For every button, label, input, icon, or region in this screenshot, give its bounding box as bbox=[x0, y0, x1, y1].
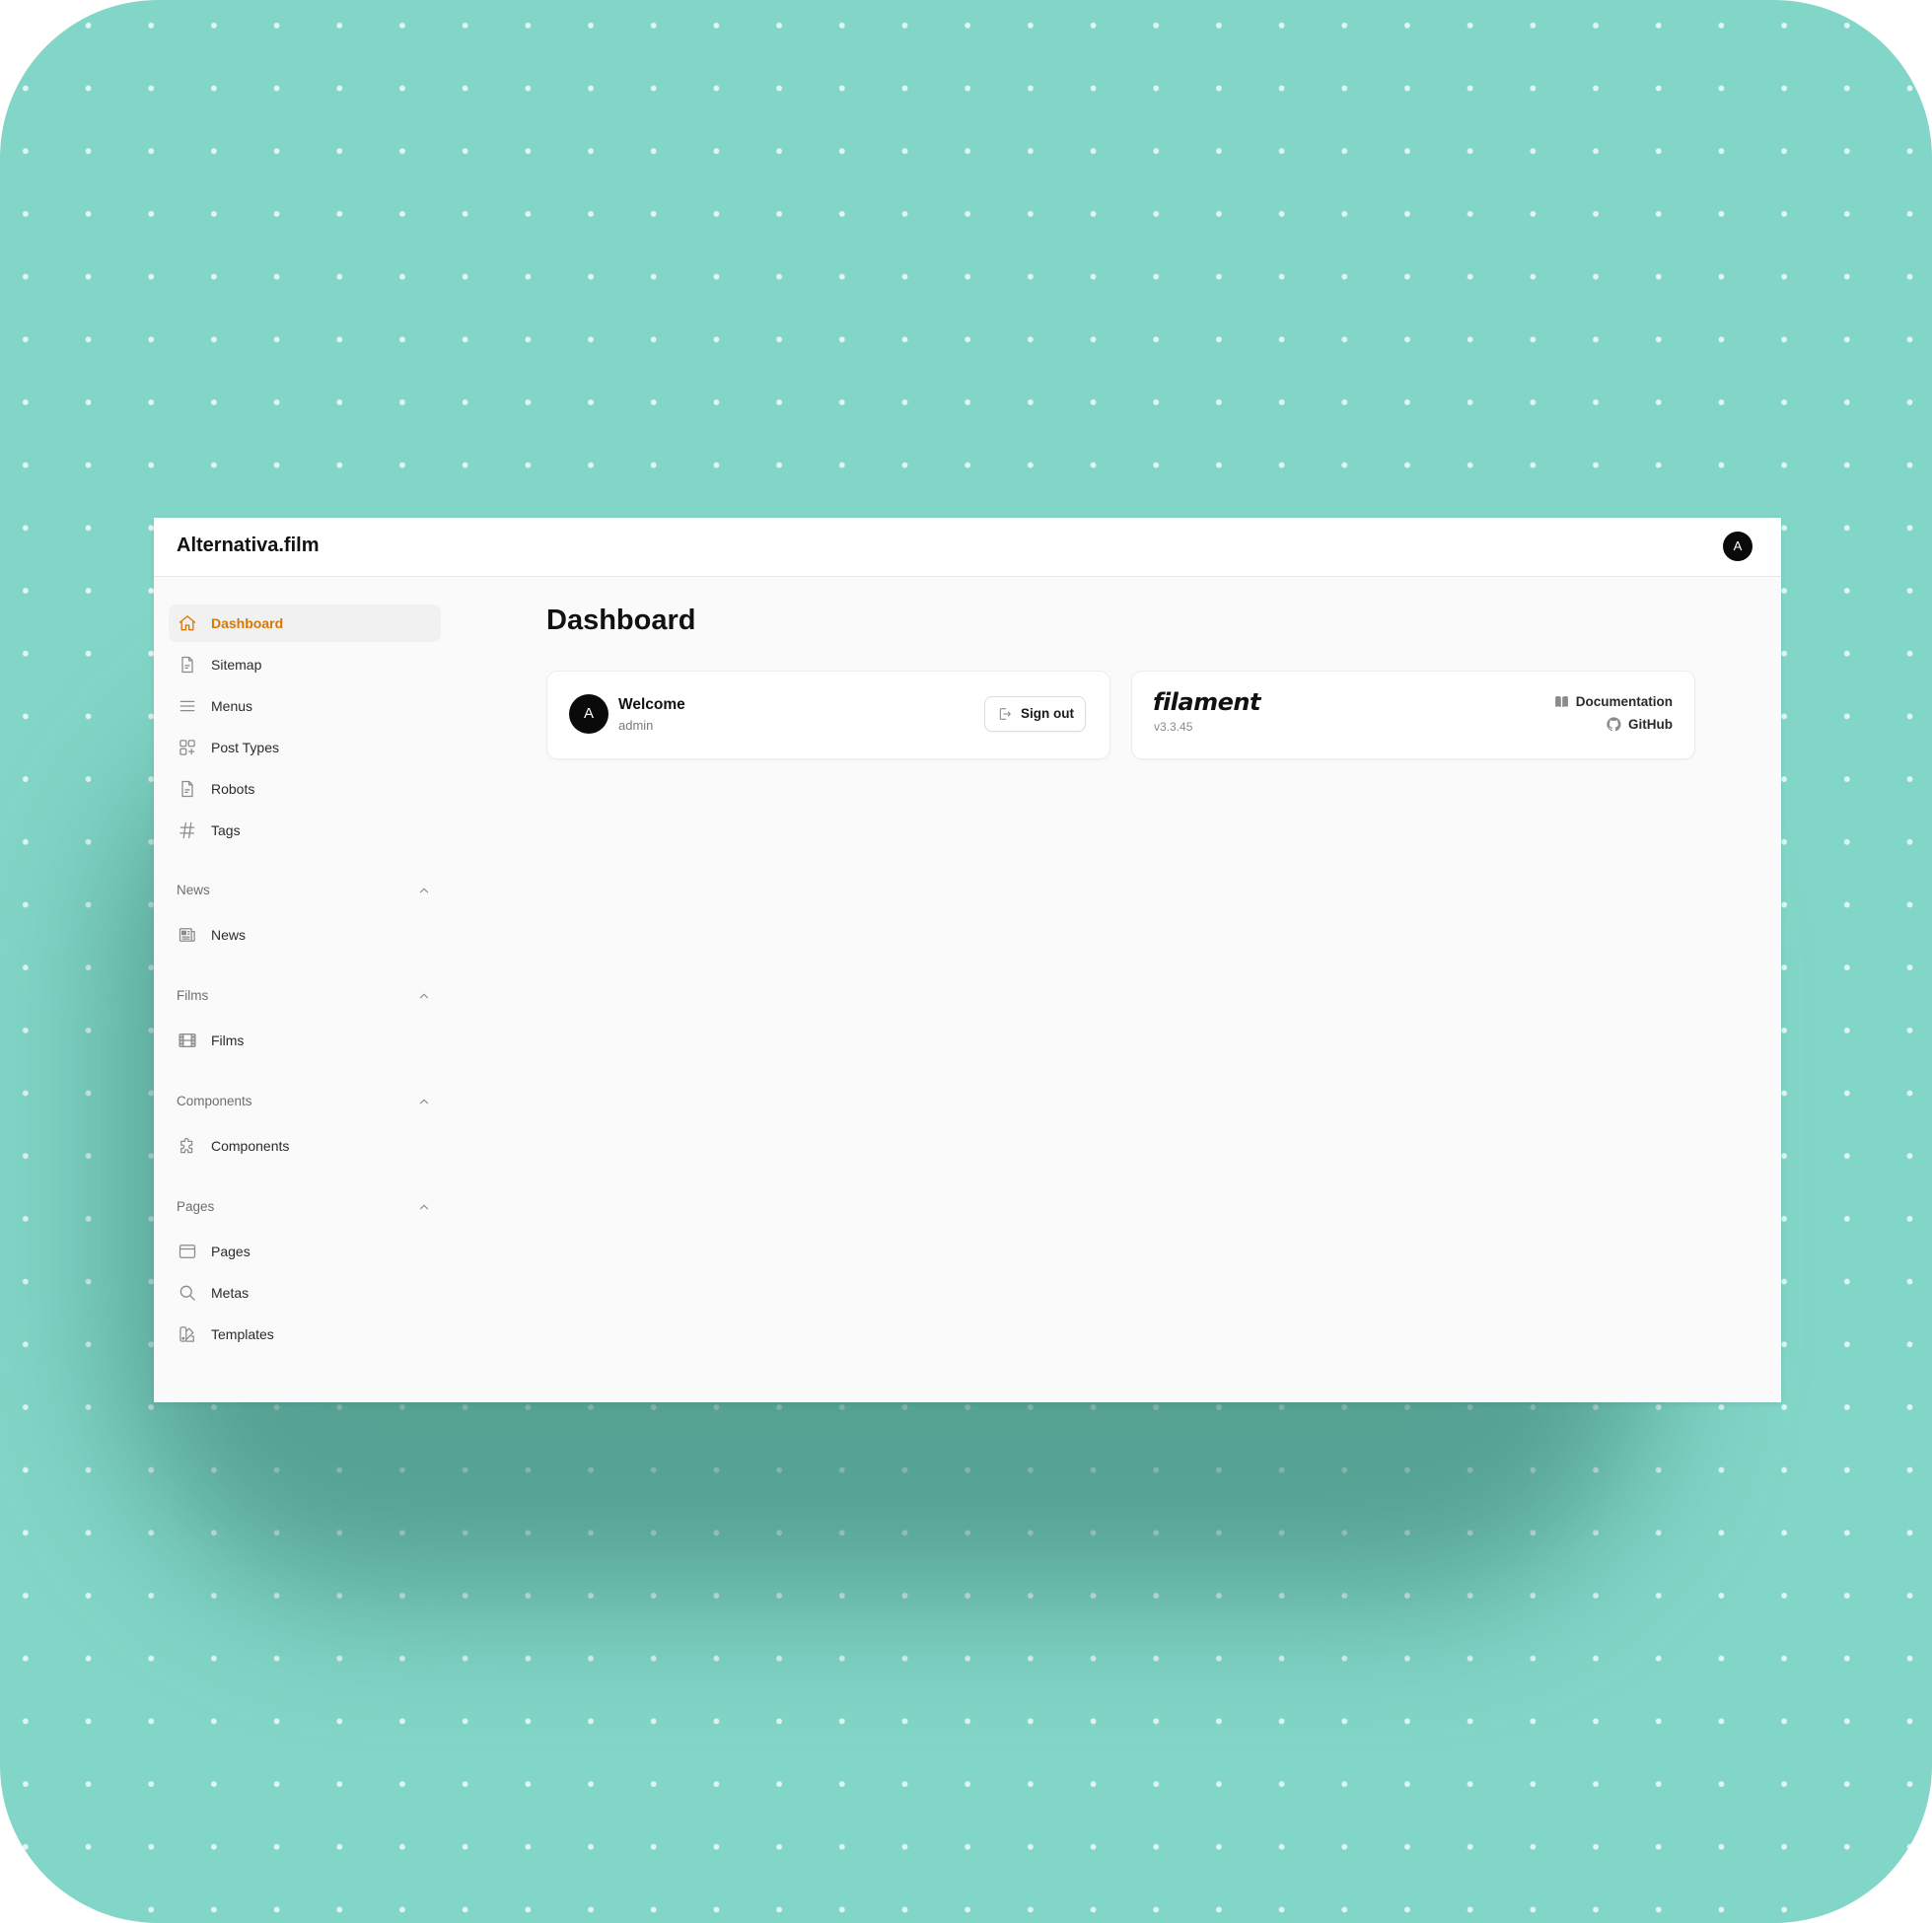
squares-plus-icon bbox=[178, 738, 197, 757]
sidebar-item-metas[interactable]: Metas bbox=[169, 1274, 441, 1312]
sign-out-button[interactable]: Sign out bbox=[984, 696, 1086, 732]
sidebar-item-label: Dashboard bbox=[211, 615, 284, 631]
group-toggle-news[interactable]: News bbox=[169, 879, 441, 902]
sidebar-item-label: News bbox=[211, 927, 247, 943]
document-icon bbox=[178, 779, 197, 799]
chevron-up-icon bbox=[417, 884, 431, 897]
sidebar-item-components[interactable]: Components bbox=[169, 1127, 441, 1165]
github-icon bbox=[1607, 716, 1621, 731]
group-label: Pages bbox=[177, 1199, 215, 1214]
version-label: v3.3.45 bbox=[1154, 720, 1193, 734]
welcome-username: admin bbox=[618, 718, 654, 733]
sidebar-item-label: Post Types bbox=[211, 740, 280, 755]
swatch-icon bbox=[178, 1324, 197, 1344]
film-icon bbox=[178, 1031, 197, 1050]
puzzle-icon bbox=[178, 1136, 197, 1156]
sidebar-item-post-types[interactable]: Post Types bbox=[169, 729, 441, 766]
magnifier-icon bbox=[178, 1283, 197, 1303]
hashtag-icon bbox=[178, 820, 197, 840]
brand-name[interactable]: Alternativa.film bbox=[177, 534, 319, 557]
sidebar-item-label: Templates bbox=[211, 1326, 274, 1342]
sidebar-item-menus[interactable]: Menus bbox=[169, 687, 441, 725]
avatar: A bbox=[569, 694, 608, 734]
sidebar-item-label: Tags bbox=[211, 822, 241, 838]
window-icon bbox=[178, 1242, 197, 1261]
topbar: Alternativa.film A bbox=[154, 518, 1781, 577]
book-icon bbox=[1554, 695, 1568, 707]
sidebar-item-robots[interactable]: Robots bbox=[169, 770, 441, 808]
group-label: Components bbox=[177, 1094, 252, 1108]
chevron-up-icon bbox=[417, 1200, 431, 1214]
page-title: Dashboard bbox=[546, 605, 696, 636]
documentation-link[interactable]: Documentation bbox=[1553, 691, 1673, 711]
sidebar-item-label: Metas bbox=[211, 1285, 250, 1301]
filament-logo[interactable]: filament bbox=[1153, 688, 1260, 716]
home-icon bbox=[178, 613, 197, 633]
sign-out-label: Sign out bbox=[1021, 706, 1074, 721]
user-avatar[interactable]: A bbox=[1723, 532, 1753, 561]
sign-out-icon bbox=[997, 706, 1013, 722]
github-link[interactable]: GitHub bbox=[1606, 714, 1673, 734]
sidebar-item-films[interactable]: Films bbox=[169, 1022, 441, 1059]
group-toggle-films[interactable]: Films bbox=[169, 984, 441, 1008]
group-label: Films bbox=[177, 988, 209, 1003]
app-window: Alternativa.film A Dashboard Sitemap Men… bbox=[154, 518, 1781, 1402]
chevron-up-icon bbox=[417, 1095, 431, 1108]
group-toggle-components[interactable]: Components bbox=[169, 1090, 441, 1113]
sidebar-item-label: Components bbox=[211, 1138, 290, 1154]
sidebar-item-pages[interactable]: Pages bbox=[169, 1233, 441, 1270]
bars-icon bbox=[178, 696, 197, 716]
chevron-up-icon bbox=[417, 989, 431, 1003]
sidebar-item-templates[interactable]: Templates bbox=[169, 1316, 441, 1353]
sidebar-item-label: Sitemap bbox=[211, 657, 262, 673]
sidebar-item-news[interactable]: News bbox=[169, 916, 441, 954]
documentation-label: Documentation bbox=[1575, 693, 1673, 709]
filament-info-widget: filament v3.3.45 Documentation GitHub bbox=[1131, 671, 1695, 759]
sidebar-item-sitemap[interactable]: Sitemap bbox=[169, 646, 441, 683]
sidebar-item-label: Robots bbox=[211, 781, 255, 797]
welcome-title: Welcome bbox=[618, 696, 685, 713]
github-label: GitHub bbox=[1628, 716, 1673, 732]
sidebar-item-label: Pages bbox=[211, 1244, 250, 1259]
newspaper-icon bbox=[178, 925, 197, 945]
sidebar-item-label: Films bbox=[211, 1033, 245, 1048]
group-toggle-pages[interactable]: Pages bbox=[169, 1195, 441, 1219]
sidebar-item-tags[interactable]: Tags bbox=[169, 812, 441, 849]
sidebar-item-label: Menus bbox=[211, 698, 253, 714]
sidebar-item-dashboard[interactable]: Dashboard bbox=[169, 605, 441, 642]
account-widget: A Welcome admin Sign out bbox=[546, 671, 1110, 759]
group-label: News bbox=[177, 883, 210, 897]
document-icon bbox=[178, 655, 197, 675]
